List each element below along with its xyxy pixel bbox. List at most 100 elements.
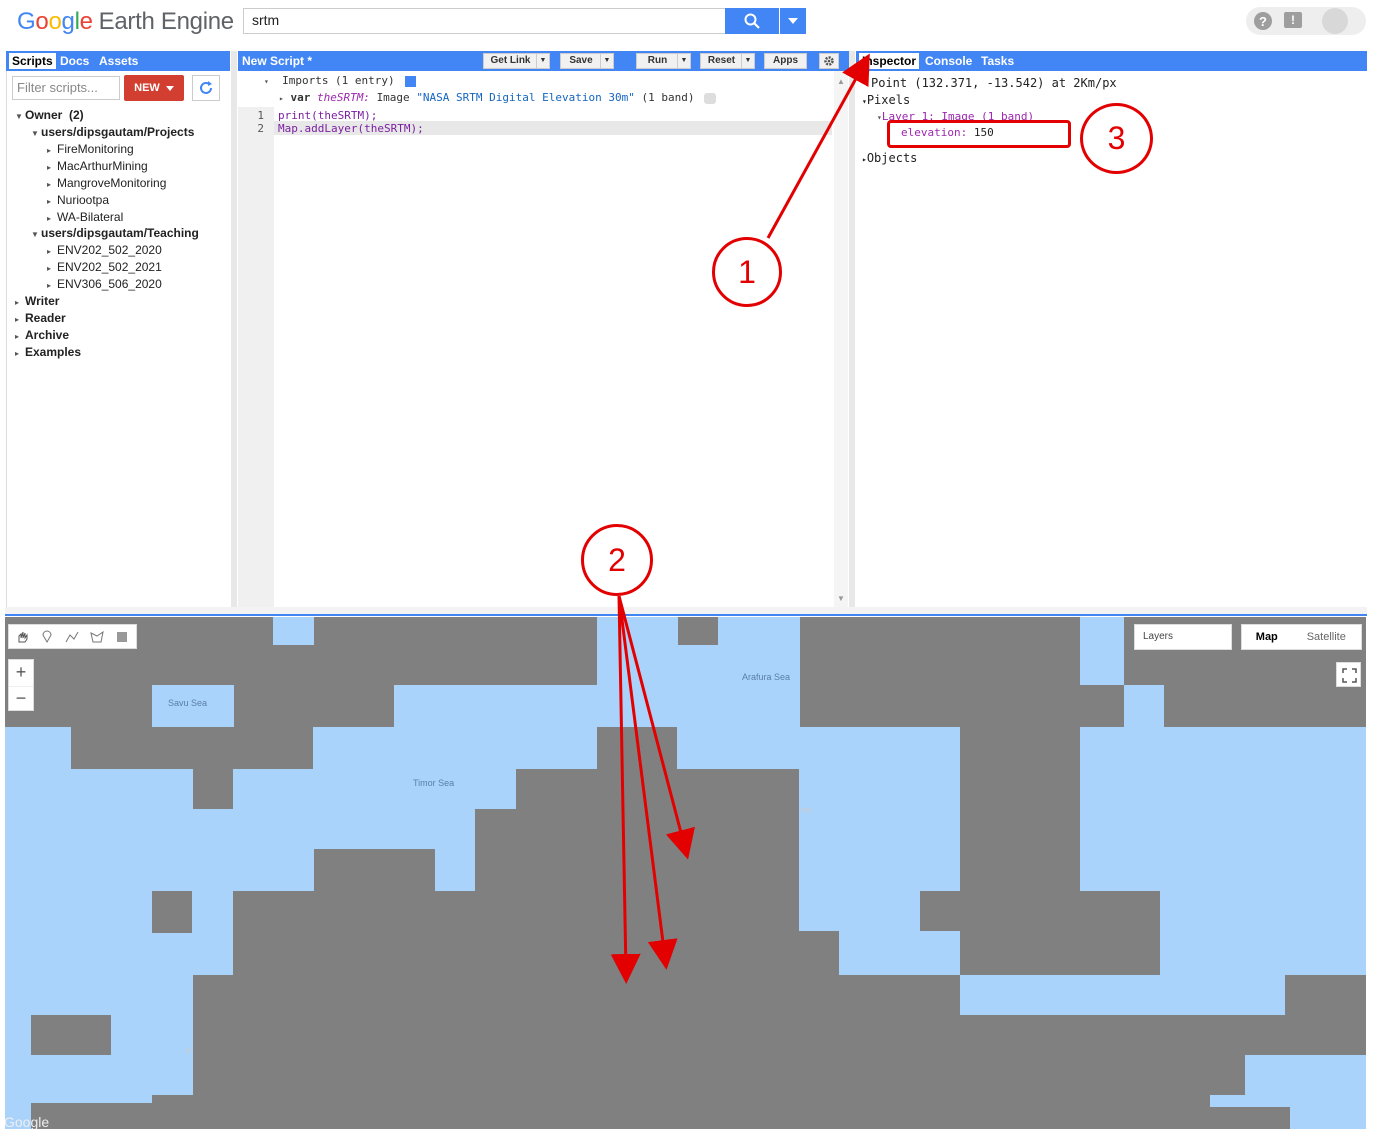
right-splitter[interactable] bbox=[849, 51, 855, 607]
chevron-down-icon[interactable]: ▼ bbox=[536, 54, 549, 68]
tree-folder-teaching[interactable]: ▼ users/dipsgautam/Teaching bbox=[31, 226, 199, 240]
map-type-satellite[interactable]: Satellite bbox=[1292, 625, 1361, 649]
new-button[interactable]: NEW bbox=[124, 75, 184, 101]
tree-item[interactable]: ▸ ENV306_506_2020 bbox=[47, 277, 162, 291]
scroll-up-icon[interactable]: ▲ bbox=[837, 77, 845, 86]
tree-label: Examples bbox=[25, 345, 82, 359]
tab-inspector[interactable]: Inspector bbox=[859, 53, 920, 69]
earth-engine-logo[interactable]: Google Earth Engine bbox=[17, 8, 234, 36]
tree-item[interactable]: ▸ Nuriootpa bbox=[47, 193, 109, 207]
left-splitter[interactable] bbox=[231, 51, 237, 607]
map-label: buy bbox=[801, 807, 813, 814]
point-readout: Point (132.371, -13.542) at 2Km/px bbox=[871, 76, 1117, 90]
tree-item[interactable]: ▸ WA-Bilateral bbox=[47, 210, 123, 224]
reset-button[interactable]: Reset ▼ bbox=[700, 53, 755, 69]
code-editor[interactable] bbox=[238, 71, 849, 607]
pan-hand-icon[interactable] bbox=[9, 625, 34, 648]
line-number: 2 bbox=[257, 122, 264, 135]
tree-archive[interactable]: ▸ Archive bbox=[15, 328, 69, 342]
objects-label: Objects bbox=[866, 151, 918, 165]
map-label: Timor Sea bbox=[413, 778, 455, 788]
get-link-button[interactable]: Get Link ▼ bbox=[483, 53, 550, 69]
tab-tasks[interactable]: Tasks bbox=[978, 53, 1017, 69]
scroll-down-icon[interactable]: ▼ bbox=[837, 594, 845, 603]
import-entry[interactable]: ▸ var theSRTM: Image "NASA SRTM Digital … bbox=[279, 91, 717, 104]
help-icon[interactable]: ? bbox=[1254, 12, 1272, 30]
import-var-name: theSRTM: bbox=[316, 91, 370, 104]
tree-label: Nuriootpa bbox=[57, 193, 110, 207]
settings-button[interactable] bbox=[819, 53, 839, 69]
map-label: Arafura Sea bbox=[742, 672, 791, 682]
script-title: New Script * bbox=[242, 54, 313, 68]
imports-row[interactable]: ▾ Imports (1 entry) bbox=[264, 74, 417, 87]
eye-icon[interactable] bbox=[704, 92, 717, 104]
var-keyword: var bbox=[290, 91, 311, 104]
fullscreen-button[interactable] bbox=[1336, 662, 1361, 687]
code-line[interactable]: Map.addLayer(theSRTM); bbox=[278, 122, 424, 135]
run-button[interactable]: Run ▼ bbox=[636, 53, 691, 69]
tree-item[interactable]: ▸ MacArthurMining bbox=[47, 159, 148, 173]
tree-label: ENV202_502_2020 bbox=[57, 243, 162, 257]
srtm-layer bbox=[5, 617, 1366, 1129]
polygon-tool-icon[interactable] bbox=[84, 625, 109, 648]
filter-scripts-input[interactable]: Filter scripts... bbox=[12, 76, 120, 100]
tree-item[interactable]: ▸ MangroveMonitoring bbox=[47, 176, 166, 190]
tab-console[interactable]: Console bbox=[922, 53, 975, 69]
import-bands: (1 band) bbox=[641, 91, 695, 104]
chevron-down-icon[interactable]: ▼ bbox=[741, 54, 754, 68]
tree-label: users/dipsgautam/Projects bbox=[41, 125, 195, 139]
button-label: Run bbox=[647, 55, 668, 66]
pixels-label: Pixels bbox=[866, 93, 911, 107]
google-watermark: Google bbox=[5, 1114, 50, 1129]
tree-label: users/dipsgautam/Teaching bbox=[41, 226, 199, 240]
chevron-down-icon[interactable]: ▼ bbox=[677, 54, 690, 68]
tab-assets[interactable]: Assets bbox=[96, 53, 141, 69]
search-options-button[interactable] bbox=[780, 8, 806, 34]
tree-examples[interactable]: ▸ Examples bbox=[15, 345, 81, 359]
imports-code-icon[interactable] bbox=[405, 75, 417, 87]
button-label: Reset bbox=[707, 55, 736, 66]
map-splitter[interactable] bbox=[5, 607, 1367, 616]
import-type: Image bbox=[376, 91, 410, 104]
drawing-tools bbox=[8, 624, 137, 649]
layers-button[interactable]: Layers bbox=[1134, 624, 1232, 650]
refresh-button[interactable] bbox=[192, 75, 220, 101]
feedback-icon[interactable]: ! bbox=[1284, 12, 1302, 28]
tab-scripts[interactable]: Scripts bbox=[9, 53, 56, 69]
zoom-in-button[interactable]: + bbox=[9, 660, 33, 686]
search-input[interactable]: srtm bbox=[243, 8, 725, 34]
left-panel-tabs: Scripts Docs Assets bbox=[6, 51, 230, 71]
tree-label: MacArthurMining bbox=[57, 159, 148, 173]
chevron-down-icon[interactable]: ▼ bbox=[600, 54, 613, 68]
tree-count: (2) bbox=[69, 108, 84, 122]
apps-button[interactable]: Apps bbox=[764, 53, 807, 69]
map-type-map[interactable]: Map bbox=[1242, 625, 1292, 649]
fullscreen-icon bbox=[1342, 668, 1357, 683]
code-line[interactable]: print(theSRTM); bbox=[278, 109, 377, 122]
point-marker-icon[interactable] bbox=[34, 625, 59, 648]
editor-scrollbar[interactable]: ▲ ▼ bbox=[834, 71, 848, 607]
map-view[interactable]: Savu Sea Arafura Sea Timor Sea buy B Goo… bbox=[5, 617, 1366, 1129]
tree-folder-projects[interactable]: ▼ users/dipsgautam/Projects bbox=[31, 125, 194, 139]
pixels-node[interactable]: ▾Pixels bbox=[862, 93, 910, 107]
rectangle-tool-icon[interactable] bbox=[109, 625, 134, 648]
tree-writer[interactable]: ▸ Writer bbox=[15, 294, 59, 308]
editor-toolbar: New Script * Get Link ▼ Save ▼ Run ▼ Reset ▼… bbox=[238, 51, 849, 71]
map-type-control: Map Satellite bbox=[1241, 624, 1362, 650]
imports-label: Imports (1 entry) bbox=[282, 74, 395, 87]
tree-item[interactable]: ▸ FireMonitoring bbox=[47, 142, 134, 156]
search-button[interactable] bbox=[725, 8, 779, 34]
line-tool-icon[interactable] bbox=[59, 625, 84, 648]
tree-owner[interactable]: ▼ Owner (2) bbox=[15, 108, 84, 122]
tree-label: Archive bbox=[25, 328, 70, 342]
tree-label: Reader bbox=[25, 311, 66, 325]
save-button[interactable]: Save ▼ bbox=[560, 53, 614, 69]
tree-reader[interactable]: ▸ Reader bbox=[15, 311, 66, 325]
zoom-out-button[interactable]: − bbox=[9, 686, 33, 712]
tab-docs[interactable]: Docs bbox=[57, 53, 92, 69]
tree-item[interactable]: ▸ ENV202_502_2021 bbox=[47, 260, 162, 274]
avatar[interactable] bbox=[1322, 8, 1348, 34]
tree-label: FireMonitoring bbox=[57, 142, 134, 156]
objects-node[interactable]: ▸Objects bbox=[862, 151, 917, 165]
tree-item[interactable]: ▸ ENV202_502_2020 bbox=[47, 243, 162, 257]
